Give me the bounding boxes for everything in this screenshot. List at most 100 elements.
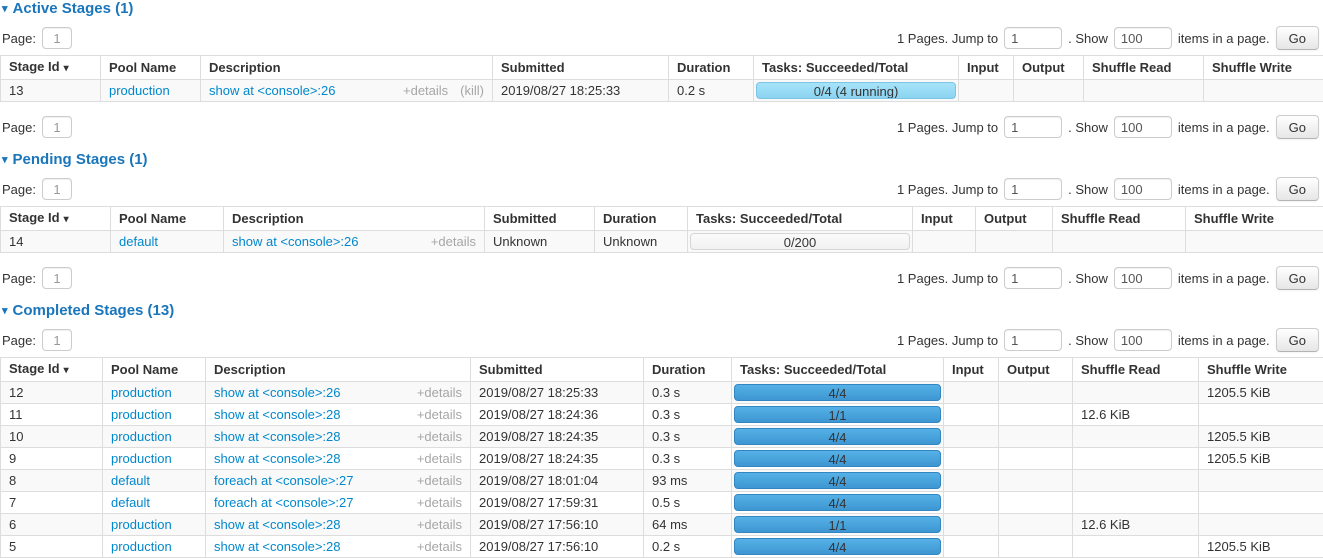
column-header-shuffle-write[interactable]: Shuffle Write — [1199, 358, 1323, 382]
column-header-stage-id[interactable]: Stage Id▾ — [1, 358, 103, 382]
jump-to-input[interactable] — [1004, 178, 1062, 200]
column-header-output[interactable]: Output — [999, 358, 1073, 382]
stage-description-link[interactable]: foreach at <console>:27 — [214, 495, 354, 510]
section-heading-pending[interactable]: ▾Pending Stages (1) — [2, 152, 1323, 167]
details-toggle[interactable]: +details — [417, 451, 462, 466]
details-toggle[interactable]: +details — [431, 234, 476, 249]
jump-to-input[interactable] — [1004, 27, 1062, 49]
column-header-shuffle-write[interactable]: Shuffle Write — [1186, 207, 1323, 231]
column-header-duration[interactable]: Duration — [669, 56, 754, 80]
column-header-output[interactable]: Output — [976, 207, 1053, 231]
column-header-shuffle-read[interactable]: Shuffle Read — [1084, 56, 1204, 80]
stage-description-link[interactable]: show at <console>:28 — [214, 517, 340, 532]
show-text: . Show — [1068, 120, 1108, 135]
pool-name-link[interactable]: production — [111, 517, 172, 532]
column-header-pool-name[interactable]: Pool Name — [103, 358, 206, 382]
stage-description-link[interactable]: show at <console>:28 — [214, 407, 340, 422]
column-header-duration[interactable]: Duration — [644, 358, 732, 382]
column-header-tasks-succeeded-total[interactable]: Tasks: Succeeded/Total — [754, 56, 959, 80]
column-header-output[interactable]: Output — [1014, 56, 1084, 80]
column-header-shuffle-read[interactable]: Shuffle Read — [1073, 358, 1199, 382]
tasks-progress-label: 4/4 — [828, 452, 846, 467]
column-header-label: Submitted — [479, 362, 543, 377]
details-toggle[interactable]: +details — [417, 385, 462, 400]
column-header-submitted[interactable]: Submitted — [493, 56, 669, 80]
section-title: Active Stages (1) — [13, 0, 134, 17]
details-toggle[interactable]: +details — [403, 83, 448, 98]
pool-name-link[interactable]: production — [111, 539, 172, 554]
show-count-input[interactable] — [1114, 178, 1172, 200]
pool-name-link[interactable]: default — [111, 495, 150, 510]
details-toggle[interactable]: +details — [417, 517, 462, 532]
column-header-pool-name[interactable]: Pool Name — [101, 56, 201, 80]
jump-to-input[interactable] — [1004, 116, 1062, 138]
pagination-left: Page: — [2, 267, 72, 289]
details-toggle[interactable]: +details — [417, 539, 462, 554]
go-button[interactable]: Go — [1276, 177, 1319, 201]
column-header-label: Shuffle Read — [1081, 362, 1160, 377]
column-header-input[interactable]: Input — [944, 358, 999, 382]
show-count-input[interactable] — [1114, 116, 1172, 138]
details-toggle[interactable]: +details — [417, 473, 462, 488]
pagination-row: Page: 1 Pages. Jump to. Showitems in a pa… — [2, 265, 1319, 291]
pool-name-link[interactable]: production — [111, 407, 172, 422]
stage-row: 6productionshow at <console>:28+details2… — [1, 514, 1323, 536]
column-header-shuffle-read[interactable]: Shuffle Read — [1053, 207, 1186, 231]
pool-name-link[interactable]: production — [111, 385, 172, 400]
kill-link[interactable]: (kill) — [460, 83, 484, 98]
section-heading-active[interactable]: ▾Active Stages (1) — [2, 1, 1323, 16]
show-count-input[interactable] — [1114, 27, 1172, 49]
stage-description-link[interactable]: show at <console>:28 — [214, 451, 340, 466]
column-header-submitted[interactable]: Submitted — [471, 358, 644, 382]
page-number-input[interactable] — [42, 267, 72, 289]
stage-description-link[interactable]: foreach at <console>:27 — [214, 473, 354, 488]
pagination-right: 1 Pages. Jump to. Showitems in a page.Go — [897, 266, 1319, 290]
spark-stages-page: ▾Active Stages (1) Page: 1 Pages. Jump to.… — [0, 0, 1323, 558]
stage-description-link[interactable]: show at <console>:26 — [232, 234, 358, 249]
column-header-tasks-succeeded-total[interactable]: Tasks: Succeeded/Total — [732, 358, 944, 382]
stage-description-link[interactable]: show at <console>:26 — [209, 83, 335, 98]
column-header-submitted[interactable]: Submitted — [485, 207, 595, 231]
stage-description-link[interactable]: show at <console>:28 — [214, 429, 340, 444]
section-heading-completed[interactable]: ▾Completed Stages (13) — [2, 303, 1323, 318]
cell-input — [944, 404, 999, 426]
page-number-input[interactable] — [42, 178, 72, 200]
go-button[interactable]: Go — [1276, 115, 1319, 139]
go-button[interactable]: Go — [1276, 266, 1319, 290]
cell-pool-name: production — [103, 514, 206, 536]
pool-name-link[interactable]: default — [119, 234, 158, 249]
details-toggle[interactable]: +details — [417, 429, 462, 444]
column-header-description[interactable]: Description — [224, 207, 485, 231]
go-button[interactable]: Go — [1276, 328, 1319, 352]
column-header-tasks-succeeded-total[interactable]: Tasks: Succeeded/Total — [688, 207, 913, 231]
column-header-input[interactable]: Input — [913, 207, 976, 231]
pool-name-link[interactable]: default — [111, 473, 150, 488]
cell-pool-name: default — [103, 470, 206, 492]
page-number-input[interactable] — [42, 116, 72, 138]
column-header-stage-id[interactable]: Stage Id▾ — [1, 56, 101, 80]
column-header-description[interactable]: Description — [206, 358, 471, 382]
jump-to-input[interactable] — [1004, 329, 1062, 351]
pool-name-link[interactable]: production — [109, 83, 170, 98]
column-header-duration[interactable]: Duration — [595, 207, 688, 231]
cell-duration: 0.3 s — [644, 382, 732, 404]
stage-description-link[interactable]: show at <console>:26 — [214, 385, 340, 400]
page-number-input[interactable] — [42, 27, 72, 49]
pool-name-link[interactable]: production — [111, 451, 172, 466]
column-header-stage-id[interactable]: Stage Id▾ — [1, 207, 111, 231]
column-header-input[interactable]: Input — [959, 56, 1014, 80]
column-header-pool-name[interactable]: Pool Name — [111, 207, 224, 231]
details-toggle[interactable]: +details — [417, 495, 462, 510]
cell-description: show at <console>:28 +details — [206, 404, 471, 426]
page-number-input[interactable] — [42, 329, 72, 351]
pool-name-link[interactable]: production — [111, 429, 172, 444]
column-header-shuffle-write[interactable]: Shuffle Write — [1204, 56, 1323, 80]
jump-to-input[interactable] — [1004, 267, 1062, 289]
stage-description-link[interactable]: show at <console>:28 — [214, 539, 340, 554]
show-count-input[interactable] — [1114, 267, 1172, 289]
description-extras: +details — [423, 234, 476, 249]
details-toggle[interactable]: +details — [417, 407, 462, 422]
go-button[interactable]: Go — [1276, 26, 1319, 50]
show-count-input[interactable] — [1114, 329, 1172, 351]
column-header-description[interactable]: Description — [201, 56, 493, 80]
